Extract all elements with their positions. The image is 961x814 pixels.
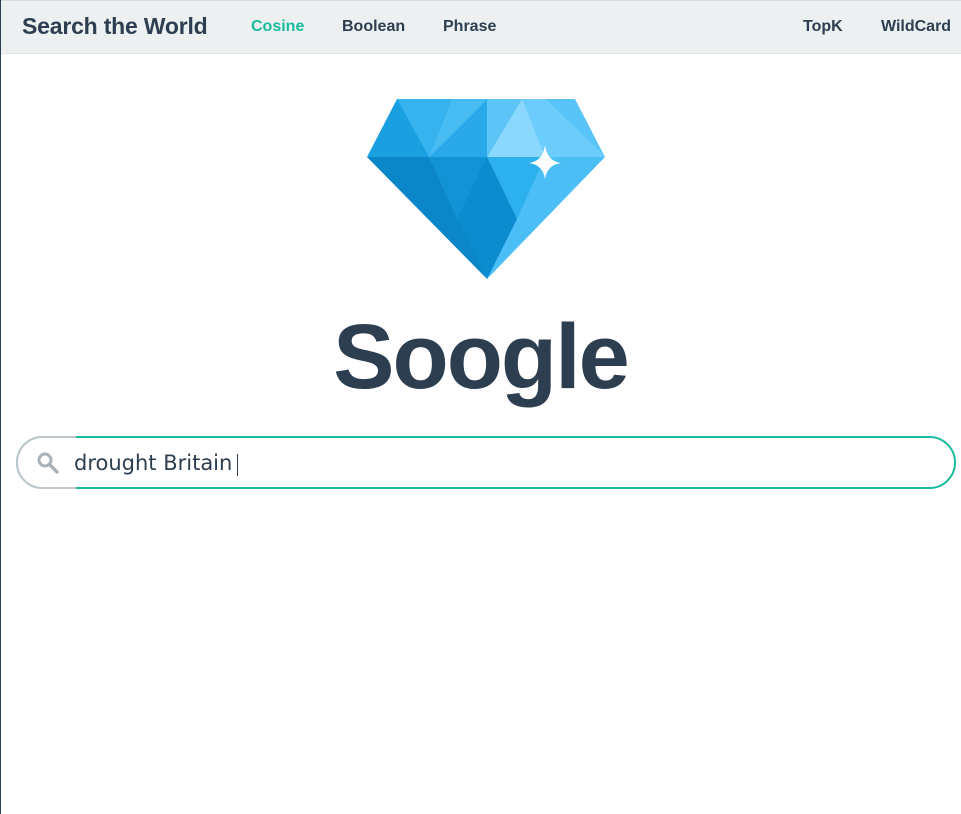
text-caret (237, 454, 238, 476)
nav-link-topk[interactable]: TopK (803, 18, 843, 36)
search-box[interactable] (16, 436, 956, 489)
search-input[interactable] (74, 446, 934, 479)
nav-link-phrase[interactable]: Phrase (443, 18, 496, 36)
brand-title[interactable]: Search the World (22, 13, 208, 40)
top-navbar: Search the World Cosine Boolean Phrase T… (1, 0, 961, 54)
nav-link-wildcard[interactable]: WildCard (881, 18, 951, 36)
search-icon-cap (16, 436, 76, 489)
nav-link-cosine[interactable]: Cosine (251, 18, 304, 36)
nav-link-boolean[interactable]: Boolean (342, 18, 405, 36)
diamond-icon (367, 99, 605, 279)
search-icon (37, 452, 59, 474)
logo-wordmark: Soogle (333, 306, 630, 408)
